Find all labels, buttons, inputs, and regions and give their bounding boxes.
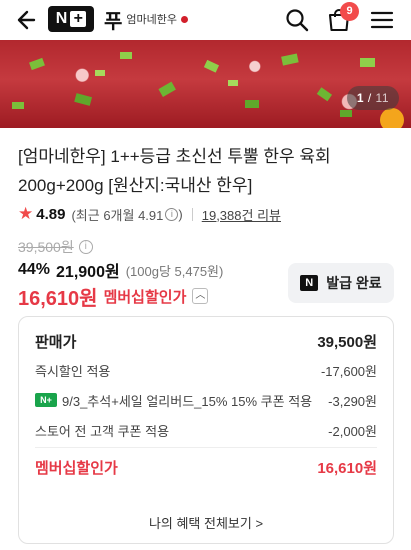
store-name: 엄마네한우 <box>126 13 178 26</box>
store-logo[interactable]: 푸 엄마네한우 <box>104 5 189 33</box>
product-photo-garnish <box>12 52 404 128</box>
unit-price: (100g당 5,475원) <box>125 263 224 279</box>
naver-n-mark: N <box>55 10 68 27</box>
image-pager: 1 / 11 <box>346 86 399 110</box>
store-seal-icon <box>181 15 189 23</box>
star-icon: ★ <box>18 204 34 223</box>
product-title: [엄마네한우] 1++등급 초신선 투뿔 한우 육회 200g+200g [원산… <box>18 147 331 195</box>
top-bar: N + 푸 엄마네한우 9 <box>0 0 411 40</box>
row-value: -17,600원 <box>320 363 377 379</box>
row-value: -3,290원 <box>328 393 377 409</box>
original-price: 39,500원 <box>18 239 74 255</box>
original-price-row: 39,500원 i <box>18 237 93 257</box>
row-label: 즉시할인 적용 <box>35 363 111 379</box>
hamburger-menu-icon[interactable] <box>368 6 396 34</box>
row-value: 16,610원 <box>317 459 377 477</box>
back-arrow-icon[interactable] <box>10 6 38 34</box>
row-value: -2,000원 <box>328 423 377 439</box>
member-price-label: 멤버십할인가 <box>103 288 187 306</box>
row-label: 멤버십할인가 <box>35 459 118 477</box>
coupon-issued-button[interactable]: N 발급 완료 <box>288 263 394 303</box>
view-all-benefits-link[interactable]: 나의 혜택 전체보기 > <box>19 513 393 533</box>
info-icon[interactable]: i <box>165 207 179 221</box>
discount-price: 21,900원 <box>56 264 120 281</box>
store-logo-glyph: 푸 <box>104 8 123 33</box>
breakdown-row-member-price: 멤버십할인가 16,610원 <box>35 457 377 477</box>
row-label: 9/3_추석+세일 얼리버드_15% 15% 쿠폰 적용 <box>62 393 313 409</box>
row-label: 판매가 <box>35 333 77 351</box>
row-label: 스토어 전 고객 쿠폰 적용 <box>35 423 170 439</box>
coupon-button-label: 발급 완료 <box>326 275 382 291</box>
recent-rating-close: ) <box>178 206 183 222</box>
rating-row: ★ 4.89 (최근 6개월 4.91 i ) 19,388건 리뷰 <box>18 204 281 224</box>
breakdown-row-event-coupon: N+ 9/3_추석+세일 얼리버드_15% 15% 쿠폰 적용 -3,290원 <box>35 390 377 410</box>
recent-rating: (최근 6개월 4.91 <box>71 207 164 223</box>
pager-total: 11 <box>375 91 389 105</box>
member-price: 16,610원 <box>18 287 98 310</box>
rating-score: 4.89 <box>36 205 66 223</box>
search-icon[interactable] <box>283 6 311 34</box>
product-image[interactable]: 1 / 11 <box>0 40 411 128</box>
divider <box>35 447 377 448</box>
member-price-row: 16,610원 멤버십할인가 ︿ <box>18 284 209 310</box>
price-info-icon[interactable]: i <box>78 240 93 254</box>
pager-separator: / <box>367 91 372 105</box>
discount-rate: 44% <box>18 261 51 278</box>
divider <box>191 207 193 221</box>
breakdown-row-instant-discount: 즉시할인 적용 -17,600원 <box>35 360 377 380</box>
naver-plus-icon: N+ <box>35 393 57 407</box>
breakdown-row-store-coupon: 스토어 전 고객 쿠폰 적용 -2,000원 <box>35 420 377 440</box>
review-count-link[interactable]: 19,388건 리뷰 <box>202 205 281 224</box>
discount-price-row: 44% 21,900원 (100g당 5,475원) <box>18 260 224 281</box>
breakdown-row-sale-price: 판매가 39,500원 <box>35 331 377 351</box>
plus-icon: + <box>70 11 87 27</box>
naver-n-icon: N <box>300 275 319 291</box>
chevron-up-icon[interactable]: ︿ <box>192 288 209 304</box>
row-value: 39,500원 <box>317 333 377 351</box>
cart-count-badge: 9 <box>340 2 359 21</box>
price-breakdown-panel: 판매가 39,500원 즉시할인 적용 -17,600원 N+ 9/3_추석+세… <box>18 316 394 544</box>
pager-current: 1 <box>356 91 364 105</box>
naver-plus-logo[interactable]: N + <box>48 6 94 32</box>
